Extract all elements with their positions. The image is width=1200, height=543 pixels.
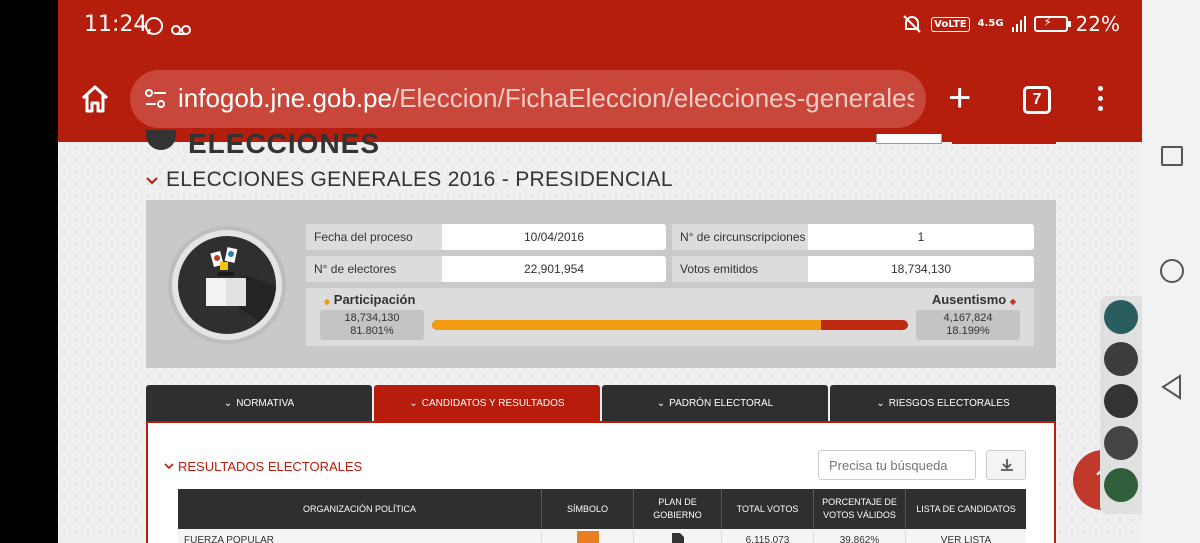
header-button-1[interactable]	[876, 134, 942, 144]
dock-app-icon-3[interactable]	[1104, 384, 1138, 418]
url-path: /Eleccion/FichaEleccion/elecciones-gener…	[391, 83, 914, 113]
participation-bar	[432, 320, 908, 330]
party-logo-icon	[576, 531, 599, 543]
back-button[interactable]	[1160, 374, 1184, 405]
section-title-text: ELECCIONES GENERALES 2016 - PRESIDENCIAL	[166, 168, 673, 191]
chevron-down-icon: ⌄	[409, 397, 418, 409]
party-symbol	[542, 529, 634, 543]
participation-bar-fill	[432, 320, 822, 330]
circunscripciones-label: N° de circunscripciones	[672, 224, 808, 250]
votos-emitidos-value: 18,734,130	[808, 256, 1034, 282]
web-page: ELECCIONES ELECCIONES GENERALES 2016 - P…	[58, 128, 1142, 543]
chevron-down-icon: ⌄	[876, 397, 885, 409]
floating-app-dock	[1100, 296, 1142, 514]
section-title[interactable]: ELECCIONES GENERALES 2016 - PRESIDENCIAL	[146, 168, 673, 192]
download-button[interactable]	[986, 450, 1026, 480]
url-domain: infogob.jne.gob.pe	[178, 83, 392, 113]
votos-emitidos-label: Votos emitidos	[672, 256, 808, 282]
plan-document[interactable]	[634, 529, 722, 543]
network-type: 4.5G	[977, 18, 1004, 29]
election-info-panel: Fecha del proceso 10/04/2016 N° de circu…	[146, 200, 1056, 368]
phone-screen: 11:24 VoLTE 4.5G ⚡ 22% infogob.jne.gob.p…	[0, 0, 1200, 543]
back-triangle-icon	[1161, 374, 1181, 400]
orange-marker-icon: ◆	[324, 297, 331, 306]
row-votes: 6,115,073	[722, 529, 814, 543]
results-panel: RESULTADOS ELECTORALES ORGANIZACIÓN POLÍ…	[146, 421, 1056, 543]
column-header-plan[interactable]: PLAN DE GOBIERNO	[634, 489, 722, 529]
battery-icon: ⚡	[1033, 15, 1071, 32]
dock-app-icon-2[interactable]	[1104, 342, 1138, 376]
signal-icon	[1011, 16, 1026, 32]
view-list-link[interactable]: VER LISTA	[906, 529, 1026, 543]
status-time: 11:24	[84, 12, 148, 37]
device-bezel	[0, 0, 58, 543]
home-icon	[81, 85, 109, 113]
chevron-down-icon: ⌄	[223, 397, 233, 409]
column-header-percent[interactable]: PORCENTAJE DE VOTOS VÁLIDOS	[814, 489, 906, 529]
absenteeism-count: 4,167,824	[943, 312, 993, 324]
header-button-2[interactable]	[952, 134, 1056, 144]
participation-box: ◆ Participación Ausentismo ◆ 18,734,130 …	[306, 288, 1034, 346]
voicemail-icon	[171, 25, 181, 35]
red-marker-icon: ◆	[1009, 297, 1016, 306]
status-right: VoLTE 4.5G ⚡ 22%	[901, 12, 1120, 36]
mute-bell-icon	[903, 15, 921, 33]
address-bar[interactable]: infogob.jne.gob.pe/Eleccion/FichaEleccio…	[130, 70, 926, 128]
tab-riesgos-electorales[interactable]: ⌄ RIESGOS ELECTORALES	[830, 385, 1056, 421]
participation-count: 18,734,130	[344, 312, 400, 324]
volte-badge: VoLTE	[931, 16, 970, 32]
whatsapp-icon	[144, 14, 192, 43]
status-bar: 11:24 VoLTE 4.5G ⚡ 22%	[58, 0, 1142, 56]
browser-menu-button[interactable]	[1098, 86, 1104, 116]
column-header-org[interactable]: ORGANIZACIÓN POLÍTICA	[178, 489, 542, 529]
absenteeism-percent: 18.199%	[946, 325, 990, 337]
home-nav-button[interactable]	[1160, 259, 1184, 283]
row-percent: 39.862%	[814, 529, 906, 543]
electores-value: 22,901,954	[442, 256, 666, 282]
fecha-value: 10/04/2016	[442, 224, 666, 250]
tab-switcher-button[interactable]: 7	[1023, 86, 1051, 114]
battery-percent: 22%	[1075, 12, 1120, 36]
column-header-votes[interactable]: TOTAL VOTOS	[722, 489, 814, 529]
dock-app-icon-4[interactable]	[1104, 426, 1138, 460]
chevron-down-icon	[164, 463, 174, 470]
electores-label: N° de electores	[306, 256, 442, 282]
column-header-list[interactable]: LISTA DE CANDIDATOS	[906, 489, 1026, 529]
document-icon	[671, 533, 684, 543]
ballot-box-badge	[168, 226, 286, 344]
participation-label: ◆ Participación	[324, 292, 416, 307]
chevron-down-icon: ⌄	[656, 397, 666, 409]
dock-app-icon-1[interactable]	[1104, 300, 1138, 334]
table-header: ORGANIZACIÓN POLÍTICA SÍMBOLO PLAN DE GO…	[178, 489, 1026, 529]
results-title[interactable]: RESULTADOS ELECTORALES	[164, 459, 362, 474]
tab-candidatos-resultados[interactable]: ⌄ CANDIDATOS Y RESULTADOS	[374, 385, 600, 421]
chevron-down-icon	[146, 172, 158, 188]
row-org: FUERZA POPULAR	[178, 529, 542, 543]
tab-bar: ⌄ NORMATIVA ⌄ CANDIDATOS Y RESULTADOS ⌄ PAD…	[146, 385, 1056, 421]
search-input[interactable]	[818, 450, 976, 480]
recents-button[interactable]	[1161, 146, 1183, 166]
results-table: ORGANIZACIÓN POLÍTICA SÍMBOLO PLAN DE GO…	[178, 489, 1026, 543]
participation-percent: 81.801%	[350, 325, 394, 337]
download-icon	[1001, 459, 1013, 471]
absenteeism-label: Ausentismo ◆	[931, 292, 1016, 307]
table-row: FUERZA POPULAR 6,115,073 39.862% VER LIS…	[178, 529, 1026, 543]
elections-icon	[146, 130, 176, 150]
participation-numbers: 18,734,130 81.801%	[320, 310, 424, 340]
new-tab-button[interactable]: +	[948, 78, 971, 118]
dock-app-icon-5[interactable]	[1104, 468, 1138, 502]
fecha-label: Fecha del proceso	[306, 224, 442, 250]
column-header-symbol[interactable]: SÍMBOLO	[542, 489, 634, 529]
tab-padron-electoral[interactable]: ⌄ PADRÓN ELECTORAL	[602, 385, 828, 421]
ballot-box-icon	[178, 236, 276, 334]
tab-normativa[interactable]: ⌄ NORMATIVA	[146, 385, 372, 421]
circunscripciones-value: 1	[808, 224, 1034, 250]
url-text[interactable]: infogob.jne.gob.pe/Eleccion/FichaEleccio…	[178, 83, 914, 114]
site-settings-icon[interactable]	[144, 88, 168, 110]
absenteeism-numbers: 4,167,824 18.199%	[916, 310, 1020, 340]
home-button[interactable]	[80, 84, 110, 114]
page-header-partial: ELECCIONES	[188, 128, 381, 159]
